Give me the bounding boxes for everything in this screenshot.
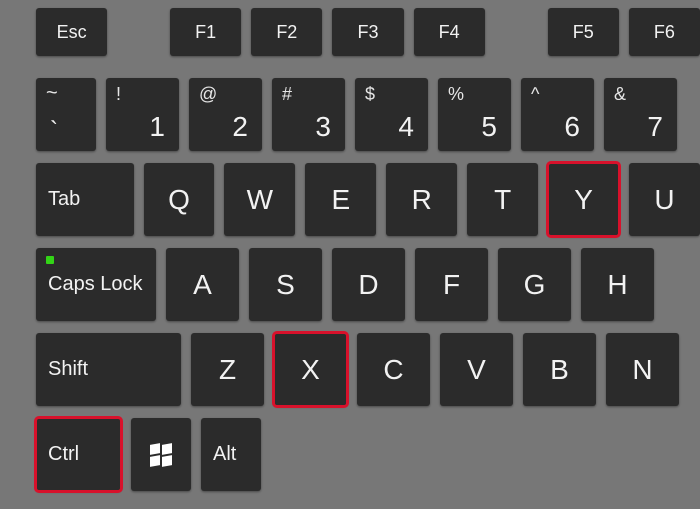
digit-1: 1 <box>149 111 165 143</box>
digit-4: 4 <box>398 111 414 143</box>
y-key[interactable]: Y <box>548 163 619 236</box>
esc-key[interactable]: Esc <box>36 8 107 56</box>
t-key[interactable]: T <box>467 163 538 236</box>
fn-gap <box>495 8 538 56</box>
backtick-key[interactable]: ~ ` <box>36 78 96 151</box>
exclaim-symbol: ! <box>116 84 121 105</box>
dollar-symbol: $ <box>365 84 375 105</box>
s-key[interactable]: S <box>249 248 322 321</box>
n-key[interactable]: N <box>606 333 679 406</box>
windows-key[interactable] <box>131 418 191 491</box>
x-key[interactable]: X <box>274 333 347 406</box>
w-key[interactable]: W <box>224 163 295 236</box>
modifier-row: Ctrl Alt <box>0 418 700 491</box>
e-key[interactable]: E <box>305 163 376 236</box>
backtick-symbol: ` <box>50 117 82 145</box>
key-6[interactable]: ^ 6 <box>521 78 594 151</box>
digit-2: 2 <box>232 111 248 143</box>
percent-symbol: % <box>448 84 464 105</box>
tilde-symbol: ~ <box>46 82 58 105</box>
capslock-label: Caps Lock <box>48 273 143 296</box>
fn-gap <box>117 8 160 56</box>
key-7[interactable]: & 7 <box>604 78 677 151</box>
v-key[interactable]: V <box>440 333 513 406</box>
qwerty-row: Tab Q W E R T Y U <box>0 163 700 236</box>
capslock-key[interactable]: Caps Lock <box>36 248 156 321</box>
digit-3: 3 <box>315 111 331 143</box>
f4-key[interactable]: F4 <box>414 8 485 56</box>
alt-key[interactable]: Alt <box>201 418 261 491</box>
f2-key[interactable]: F2 <box>251 8 322 56</box>
windows-icon <box>150 444 172 466</box>
a-key[interactable]: A <box>166 248 239 321</box>
key-5[interactable]: % 5 <box>438 78 511 151</box>
f-key[interactable]: F <box>415 248 488 321</box>
q-key[interactable]: Q <box>144 163 215 236</box>
h-key[interactable]: H <box>581 248 654 321</box>
bottom-row: Shift Z X C V B N <box>0 333 700 406</box>
u-key[interactable]: U <box>629 163 700 236</box>
home-row: Caps Lock A S D F G H <box>0 248 700 321</box>
key-3[interactable]: # 3 <box>272 78 345 151</box>
b-key[interactable]: B <box>523 333 596 406</box>
ctrl-key[interactable]: Ctrl <box>36 418 121 491</box>
key-2[interactable]: @ 2 <box>189 78 262 151</box>
keyboard: Esc F1 F2 F3 F4 F5 F6 ~ ` ! 1 @ 2 # 3 $ … <box>0 0 700 509</box>
f3-key[interactable]: F3 <box>332 8 403 56</box>
ampersand-symbol: & <box>614 84 626 105</box>
key-1[interactable]: ! 1 <box>106 78 179 151</box>
digit-7: 7 <box>647 111 663 143</box>
key-4[interactable]: $ 4 <box>355 78 428 151</box>
f5-key[interactable]: F5 <box>548 8 619 56</box>
d-key[interactable]: D <box>332 248 405 321</box>
c-key[interactable]: C <box>357 333 430 406</box>
caret-symbol: ^ <box>531 84 539 105</box>
hash-symbol: # <box>282 84 292 105</box>
f6-key[interactable]: F6 <box>629 8 700 56</box>
digit-5: 5 <box>481 111 497 143</box>
capslock-led-icon <box>46 256 54 264</box>
f1-key[interactable]: F1 <box>170 8 241 56</box>
at-symbol: @ <box>199 84 217 105</box>
digit-6: 6 <box>564 111 580 143</box>
tab-key[interactable]: Tab <box>36 163 134 236</box>
z-key[interactable]: Z <box>191 333 264 406</box>
g-key[interactable]: G <box>498 248 571 321</box>
function-row: Esc F1 F2 F3 F4 F5 F6 <box>0 8 700 56</box>
shift-key[interactable]: Shift <box>36 333 181 406</box>
r-key[interactable]: R <box>386 163 457 236</box>
number-row: ~ ` ! 1 @ 2 # 3 $ 4 % 5 ^ 6 & 7 <box>0 78 700 151</box>
